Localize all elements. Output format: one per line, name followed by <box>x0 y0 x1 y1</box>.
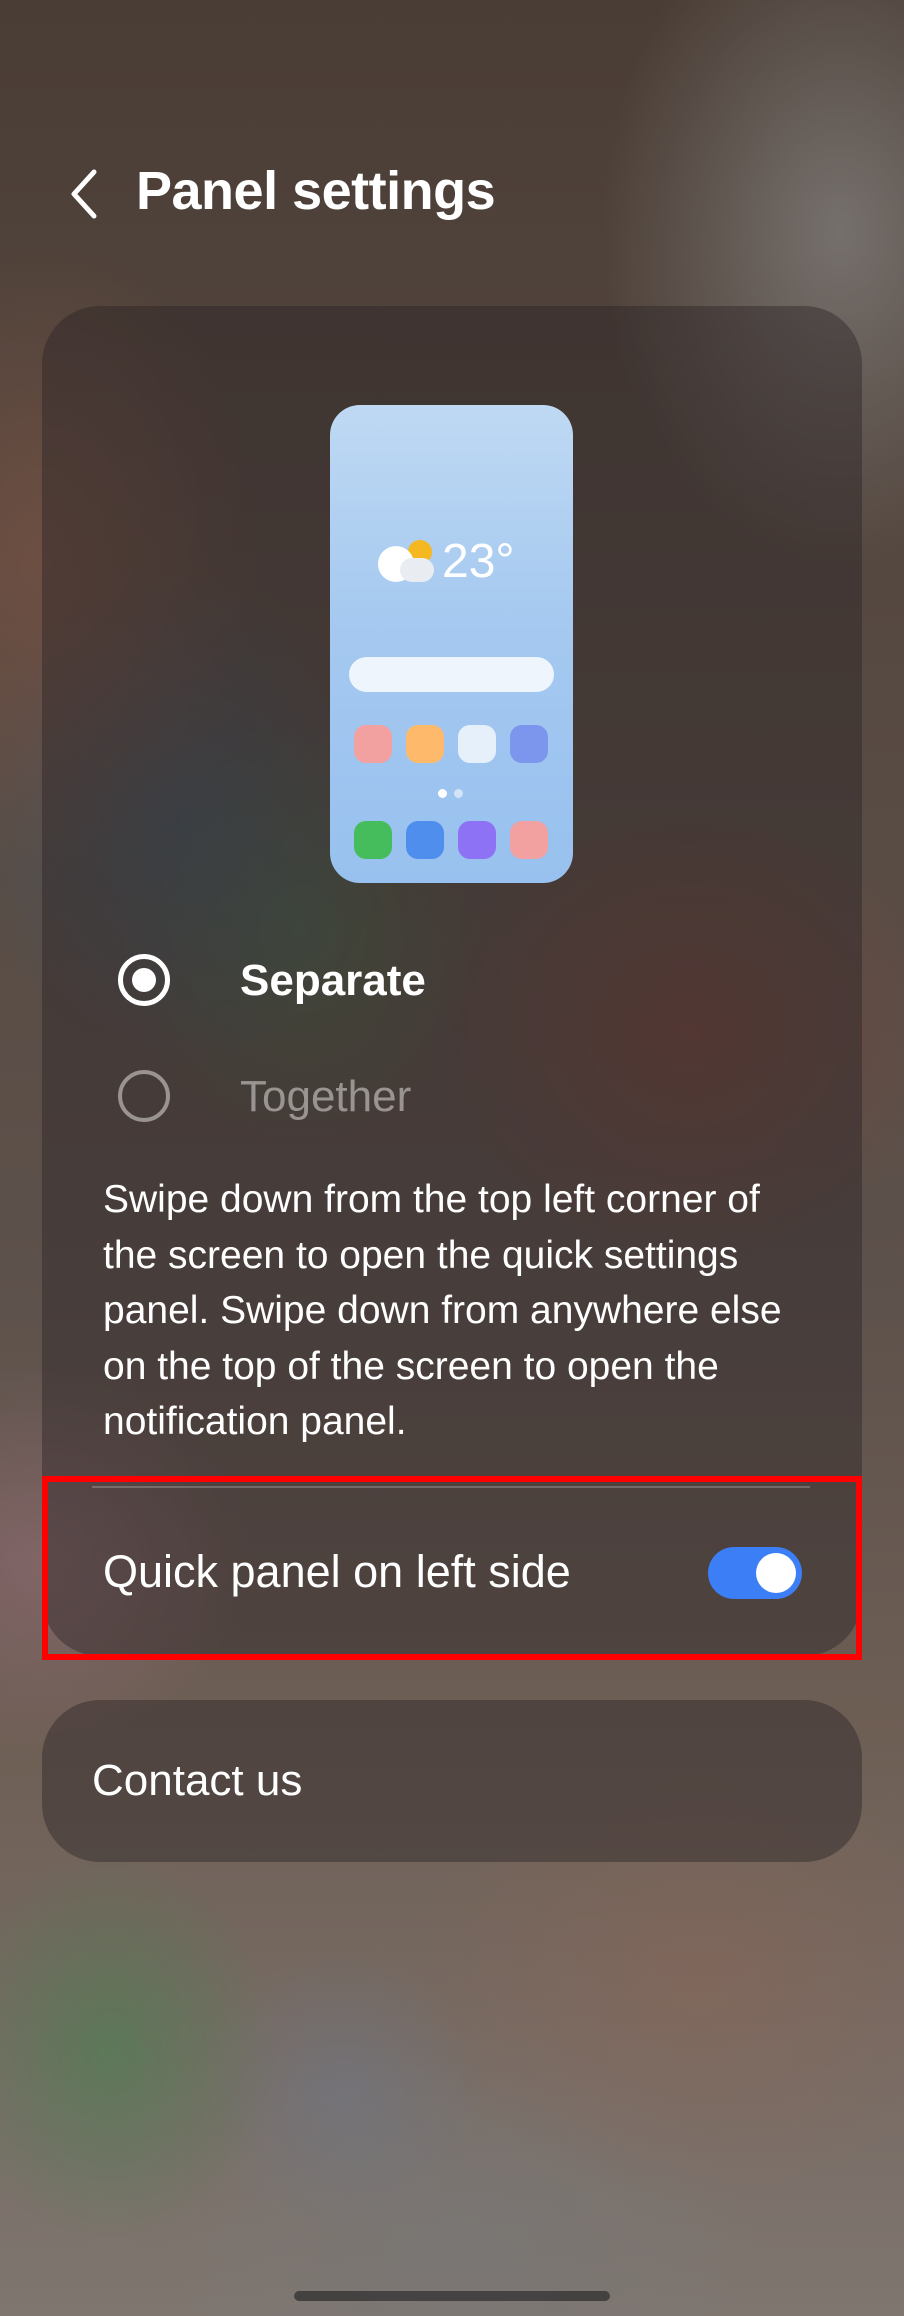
page-title: Panel settings <box>136 161 496 221</box>
option-separate-label: Separate <box>240 956 426 1005</box>
option-separate[interactable]: Separate <box>42 930 862 1030</box>
app-bar: Panel settings <box>0 150 904 240</box>
preview-app-row <box>354 821 554 861</box>
option-together-label: Together <box>240 1072 412 1121</box>
option-together[interactable]: Together <box>42 1046 862 1146</box>
back-button[interactable] <box>54 164 114 224</box>
temperature-text: 23° <box>442 534 515 588</box>
preview-app-icon <box>458 725 496 763</box>
preview-app-icon <box>510 725 548 763</box>
quick-panel-left-row[interactable]: Quick panel on left side <box>48 1488 858 1656</box>
partly-cloudy-icon <box>378 536 440 586</box>
preview-app-icon <box>354 725 392 763</box>
preview-search-bar <box>349 657 554 692</box>
quick-panel-left-switch[interactable] <box>708 1547 802 1599</box>
panel-preview-illustration: 23° <box>330 405 573 883</box>
contact-us-label: Contact us <box>92 1756 303 1805</box>
page-indicator <box>438 789 468 799</box>
quick-panel-left-label: Quick panel on left side <box>103 1546 571 1597</box>
preview-app-icon <box>406 821 444 859</box>
radio-together[interactable] <box>118 1070 170 1122</box>
preview-app-icon <box>458 821 496 859</box>
chevron-left-icon <box>71 169 97 219</box>
weather-widget: 23° <box>378 531 515 591</box>
preview-app-icon <box>354 821 392 859</box>
switch-knob <box>756 1553 796 1593</box>
preview-app-icon <box>510 821 548 859</box>
preview-app-row <box>354 725 554 765</box>
home-indicator[interactable] <box>294 2291 610 2301</box>
panel-mode-description: Swipe down from the top left corner of t… <box>103 1178 782 1443</box>
radio-separate[interactable] <box>118 954 170 1006</box>
contact-us-button[interactable]: Contact us <box>42 1700 862 1862</box>
preview-app-icon <box>406 725 444 763</box>
